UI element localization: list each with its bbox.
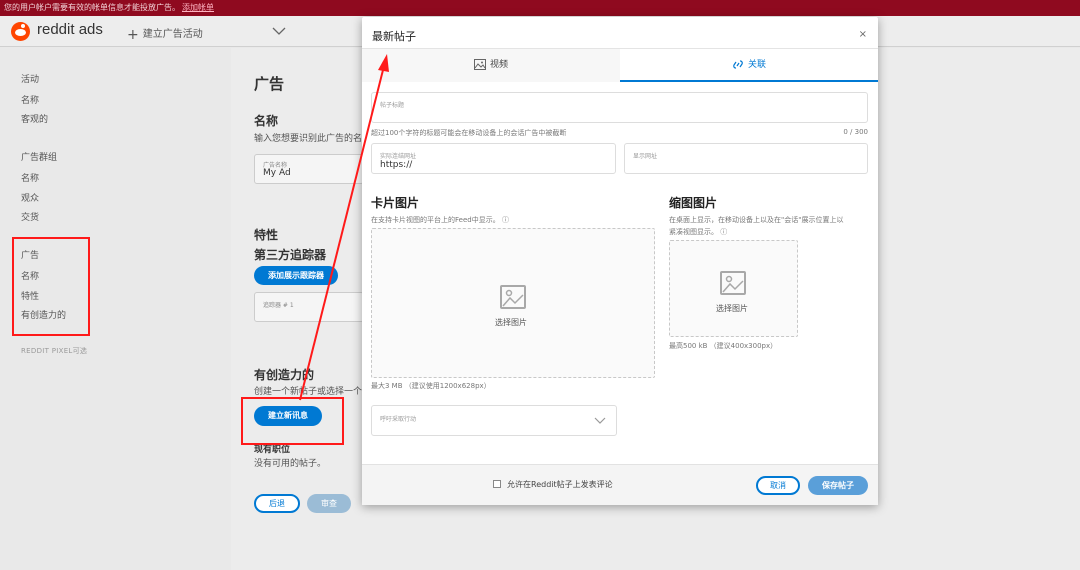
call-to-action-select[interactable]: 呼吁采取行动 xyxy=(371,405,617,436)
close-icon[interactable]: × xyxy=(859,29,867,40)
sidebar-item-audience[interactable]: 观众 xyxy=(21,191,39,204)
allow-comments-label[interactable]: 允许在Reddit帖子上发表评论 xyxy=(507,479,613,490)
review-button[interactable]: 审查 xyxy=(307,494,351,513)
destination-url-label: 实际连结网址 xyxy=(380,153,417,160)
thumbnail-select-image: 选择图片 xyxy=(716,304,748,313)
creative-heading: 有创造力的 xyxy=(254,368,315,382)
image-placeholder-icon xyxy=(720,271,746,295)
create-campaign-button[interactable]: + 建立广告活动 xyxy=(127,25,203,43)
save-post-button[interactable]: 保存帖子 xyxy=(808,476,868,495)
name-section-heading: 名称 xyxy=(254,114,279,128)
sidebar-item-objective[interactable]: 客观的 xyxy=(21,112,48,125)
creative-desc: 创建一个新帖子或选择一个 xyxy=(254,387,363,397)
create-campaign-label: 建立广告活动 xyxy=(142,29,203,40)
thumbnail-desc-line2: 紧凑视图显示。 ⓘ xyxy=(669,227,727,237)
destination-url-input[interactable]: 实际连结网址 https:// xyxy=(371,143,616,174)
link-icon xyxy=(733,60,743,69)
features-heading: 特性 xyxy=(254,228,279,242)
thumbnail-image-limit: 最高500 kB （建议400x300px） xyxy=(669,342,778,350)
chevron-down-icon xyxy=(594,417,606,424)
annotation-box-sidebar xyxy=(12,237,90,336)
display-url-input[interactable]: 显示网址 xyxy=(624,143,868,174)
image-icon xyxy=(473,59,486,70)
card-image-heading: 卡片图片 xyxy=(371,196,420,210)
modal-title: 最新帖子 xyxy=(372,30,416,43)
tab-video-label: 视频 xyxy=(489,60,508,70)
thumbnail-desc-line1: 在桌面上显示，在移动设备上以及在"会话"展示位置上以 xyxy=(669,216,844,224)
card-image-dropzone[interactable]: 选择图片 xyxy=(371,228,655,378)
sidebar-item-reddit-pixel[interactable]: REDDIT PIXEL可选 xyxy=(21,346,87,356)
thumbnail-desc-line2-text: 紧凑视图显示。 xyxy=(669,228,718,236)
reddit-logo-icon[interactable] xyxy=(11,22,30,41)
name-section-desc: 输入您想要识别此广告的名 xyxy=(254,134,363,144)
banner-text: 您的用户帐户需要有效的帐单信息才能投放广告。 xyxy=(4,3,180,12)
sidebar-item-adgroup-name[interactable]: 名称 xyxy=(21,171,39,184)
annotation-box-new-post xyxy=(241,397,344,445)
tab-link[interactable]: 关联 xyxy=(620,49,878,82)
thumbnail-image-dropzone[interactable]: 选择图片 xyxy=(669,240,798,337)
modal-footer: 允许在Reddit帖子上发表评论 取消 保存帖子 xyxy=(362,464,878,505)
info-icon[interactable]: ⓘ xyxy=(720,228,727,236)
card-image-desc-text: 在支持卡片视图的平台上的Feed中显示。 xyxy=(371,216,500,224)
tab-video[interactable]: 视频 xyxy=(362,49,620,82)
add-tracker-button[interactable]: 添加展示跟踪器 xyxy=(254,266,338,285)
post-title-label: 帖子标题 xyxy=(380,102,405,109)
chevron-down-icon[interactable] xyxy=(272,26,286,36)
card-image-limit: 最大3 MB （建议使用1200x628px） xyxy=(371,382,491,390)
display-url-label: 显示网址 xyxy=(633,153,658,160)
info-icon[interactable]: ⓘ xyxy=(502,216,509,224)
thumbnail-image-heading: 缩图图片 xyxy=(669,196,718,210)
sidebar-heading-campaign[interactable]: 活动 xyxy=(21,72,39,85)
no-posts-text: 没有可用的帖子。 xyxy=(254,459,327,469)
plus-icon: + xyxy=(127,27,139,43)
ad-name-input[interactable]: 广告名称 My Ad xyxy=(254,154,364,184)
add-billing-link[interactable]: 添加帐单 xyxy=(182,3,214,12)
tab-link-label: 关联 xyxy=(747,60,766,70)
cta-label: 呼吁采取行动 xyxy=(380,416,417,423)
card-select-image: 选择图片 xyxy=(495,318,527,327)
destination-url-value: https:// xyxy=(380,160,413,170)
sidebar-item-campaign-name[interactable]: 名称 xyxy=(21,93,39,106)
image-placeholder-icon xyxy=(500,285,526,309)
sidebar-heading-adgroup[interactable]: 广告群组 xyxy=(21,150,57,163)
post-title-input[interactable]: 帖子标题 xyxy=(371,92,868,123)
tracker-heading: 第三方追踪器 xyxy=(254,248,327,262)
post-title-counter: 0 / 300 xyxy=(843,128,868,136)
page-title: 广告 xyxy=(254,75,285,93)
billing-warning-banner: 您的用户帐户需要有效的帐单信息才能投放广告。 添加帐单 xyxy=(0,0,1080,16)
back-button[interactable]: 后退 xyxy=(254,494,300,513)
card-image-desc: 在支持卡片视图的平台上的Feed中显示。 ⓘ xyxy=(371,215,509,225)
cancel-button[interactable]: 取消 xyxy=(756,476,800,495)
tracker-input[interactable]: 追踪器 # 1 xyxy=(254,292,364,322)
post-title-hint: 超过100个字符的标题可能会在移动设备上的会话广告中被截断 xyxy=(371,129,567,137)
logo-text[interactable]: reddit ads xyxy=(37,21,103,38)
post-type-tabs: 视频 关联 xyxy=(362,48,878,82)
ad-name-value: My Ad xyxy=(263,168,291,178)
sidebar-item-delivery[interactable]: 交货 xyxy=(21,210,39,223)
new-post-modal: 最新帖子 × 视频 关联 帖子标题 超过100个字符的标题可能会在移动设备上的会… xyxy=(362,17,878,505)
tracker-field-label: 追踪器 # 1 xyxy=(263,302,294,309)
allow-comments-checkbox[interactable] xyxy=(493,480,501,488)
